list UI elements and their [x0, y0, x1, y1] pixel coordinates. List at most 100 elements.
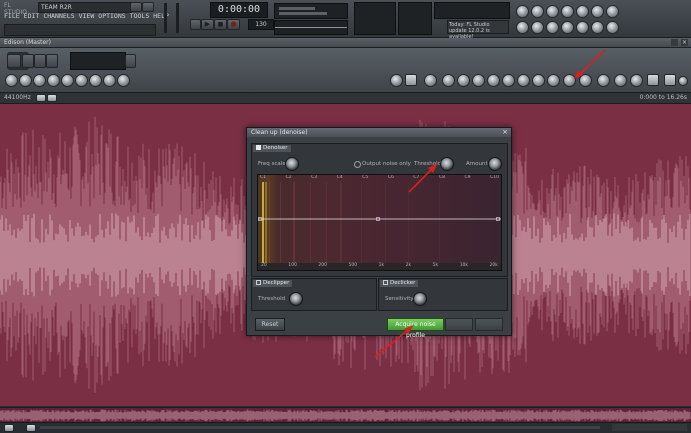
channel-rack-icon[interactable] — [546, 5, 559, 18]
render-icon[interactable] — [546, 21, 559, 34]
master-volume-slider[interactable] — [164, 3, 167, 33]
draw-tool-icon[interactable] — [442, 74, 455, 87]
dialog-close-icon[interactable]: × — [502, 128, 508, 137]
reverb-icon[interactable] — [517, 74, 530, 87]
channels-icon[interactable] — [47, 94, 57, 102]
edison-stop-button[interactable] — [34, 54, 46, 68]
output-meter — [274, 3, 348, 19]
file-icon[interactable] — [405, 74, 417, 86]
minimize-button[interactable] — [142, 2, 154, 12]
plugin-picker-icon[interactable] — [591, 5, 604, 18]
scissors-icon[interactable] — [5, 74, 18, 87]
spectrum-freq-tick: 5k — [432, 263, 439, 268]
overview-svg — [0, 409, 691, 422]
record-toggle[interactable] — [125, 54, 136, 68]
clean-up-dialog: Clean up (denoise) × Denoiser Freq scale… — [246, 127, 512, 339]
pattern-selector[interactable] — [398, 2, 432, 35]
normalize-icon[interactable] — [33, 74, 46, 87]
spectrum-band — [385, 182, 386, 263]
reverse-icon[interactable] — [47, 74, 60, 87]
video-icon[interactable] — [561, 21, 574, 34]
spectrum-band — [293, 182, 295, 263]
menu-view[interactable]: VIEW — [79, 12, 95, 22]
marker-icon[interactable] — [89, 74, 102, 87]
search-icon[interactable] — [117, 74, 130, 87]
declicker-panel: Declicker Sensitivity — [378, 278, 508, 311]
zoom-icon[interactable] — [4, 424, 14, 432]
record-options[interactable] — [70, 52, 126, 70]
noise-spectrum-display[interactable]: C1 C2 C3 C4 C5 C6 C7 C8 C9 C10 20 100 20… — [257, 174, 502, 271]
cancel-button[interactable] — [475, 318, 503, 331]
snap-button[interactable] — [130, 2, 142, 12]
wave-icon[interactable] — [576, 21, 589, 34]
spectral-icon[interactable] — [547, 74, 560, 87]
sensitivity-knob[interactable] — [413, 292, 427, 306]
master-pitch-slider[interactable] — [176, 3, 179, 33]
playlist-icon[interactable] — [516, 5, 529, 18]
news-panel[interactable]: Today: FL Studio update 12.0.2 is availa… — [447, 20, 509, 40]
play-button[interactable]: ▶ — [201, 19, 214, 30]
denoiser-enable-checkbox[interactable] — [256, 145, 261, 150]
mixer-icon[interactable] — [561, 5, 574, 18]
edison-close-icon[interactable]: × — [681, 39, 688, 46]
tempo-display[interactable]: 130 — [248, 19, 274, 30]
trim-icon[interactable] — [61, 74, 74, 87]
region-icon[interactable] — [103, 74, 116, 87]
menu-tools[interactable]: TOOLS — [130, 12, 150, 22]
scroll-left-icon[interactable] — [26, 424, 36, 432]
help-icon[interactable] — [591, 21, 604, 34]
gain-icon[interactable] — [487, 74, 500, 87]
edison-menu-icon[interactable] — [671, 39, 678, 46]
edison-titlebar: Edison (Master) × — [0, 38, 691, 48]
declicker-enable-checkbox[interactable] — [383, 280, 388, 285]
stop-button[interactable]: ■ — [214, 19, 227, 30]
spectrum-tick: C2 — [285, 175, 292, 180]
pattern-song-toggle[interactable] — [190, 19, 201, 30]
dialog-title: Clean up (denoise) — [251, 129, 308, 136]
save-icon[interactable] — [531, 21, 544, 34]
declipper-threshold-knob[interactable] — [289, 292, 303, 306]
menu-edit[interactable]: EDIT — [24, 12, 40, 22]
gear-icon[interactable] — [606, 5, 619, 18]
edison-play-button[interactable] — [46, 54, 58, 68]
horizontal-scrollbar[interactable] — [40, 426, 600, 429]
declipper-enable-checkbox[interactable] — [256, 280, 261, 285]
loop-icon[interactable] — [75, 74, 88, 87]
format-icon[interactable] — [36, 94, 46, 102]
spectrum-tick: C9 — [464, 175, 471, 180]
piano-roll-icon[interactable] — [531, 5, 544, 18]
blur-icon[interactable] — [614, 74, 627, 87]
export-icon[interactable] — [647, 74, 659, 86]
trash-icon[interactable] — [424, 74, 437, 87]
spectrum-freq-tick: 20 — [261, 263, 267, 268]
edison-status-bar — [0, 422, 691, 433]
info-icon[interactable] — [606, 21, 619, 34]
amount-knob[interactable] — [488, 157, 502, 171]
accept-button[interactable] — [445, 318, 473, 331]
reset-button[interactable]: Reset — [255, 318, 285, 331]
drag-icon[interactable] — [664, 74, 676, 86]
eq-bars-icon[interactable] — [532, 74, 545, 87]
record-button[interactable]: ● — [227, 19, 240, 30]
undo-icon[interactable] — [516, 21, 529, 34]
waveform-overview[interactable] — [0, 407, 691, 423]
edison-toolbar — [0, 48, 691, 93]
menu-file[interactable]: FILE — [4, 12, 20, 22]
freq-scale-knob[interactable] — [285, 157, 299, 171]
edison-title: Edison (Master) — [4, 39, 51, 46]
browser-icon[interactable] — [576, 5, 589, 18]
fade-out-icon[interactable] — [472, 74, 485, 87]
menu-options[interactable]: OPTIONS — [98, 12, 125, 22]
phase-icon[interactable] — [630, 74, 643, 87]
edison-prev-button[interactable] — [22, 54, 34, 68]
fade-in-icon[interactable] — [457, 74, 470, 87]
extra-tools-icon[interactable] — [678, 76, 688, 86]
equalize-icon[interactable] — [502, 74, 515, 87]
undo-tool-icon[interactable] — [390, 74, 403, 87]
status-readouts — [612, 424, 687, 431]
menu-channels[interactable]: CHANNELS — [43, 12, 74, 22]
output-noise-only-radio[interactable] — [354, 161, 361, 168]
edison-menu-button[interactable] — [7, 54, 21, 68]
mute-icon[interactable] — [19, 74, 32, 87]
threshold-knob[interactable] — [440, 157, 454, 171]
